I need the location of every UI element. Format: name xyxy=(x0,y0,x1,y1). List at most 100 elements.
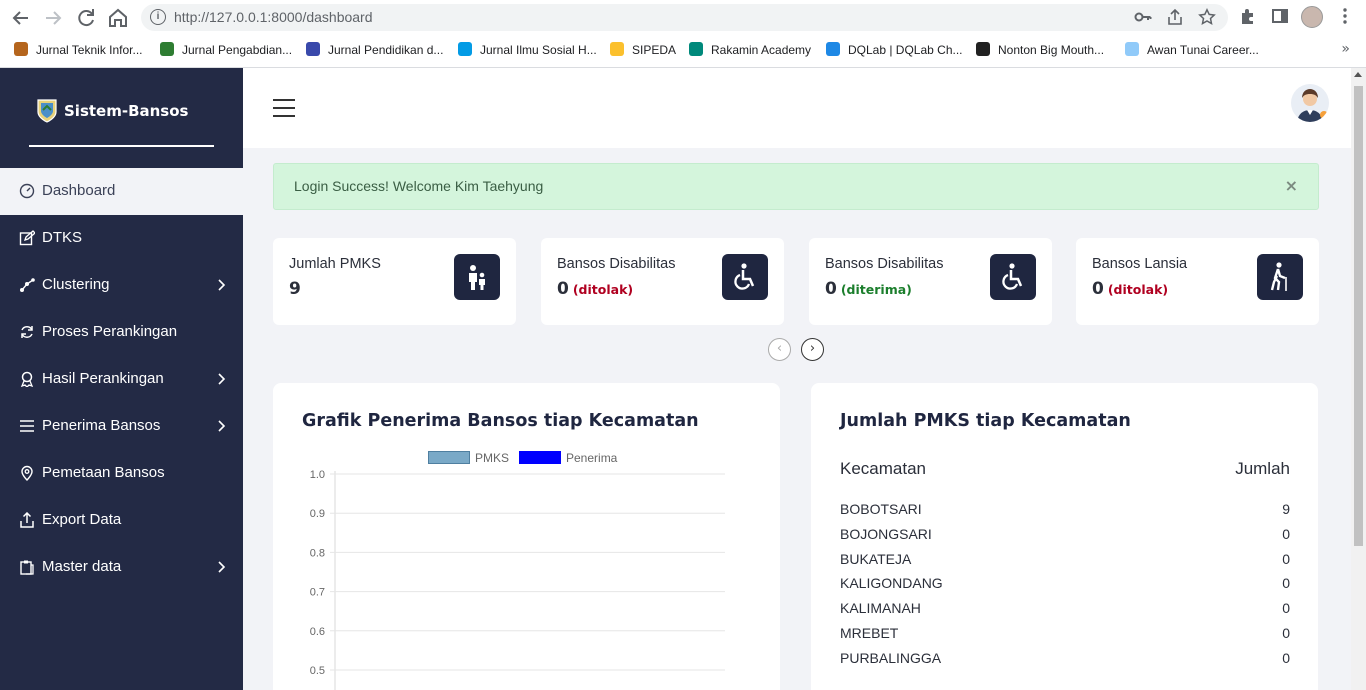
table-row: BOBOTSARI 9 xyxy=(840,501,1290,525)
cell-kecamatan: PURBALINGGA xyxy=(840,649,942,666)
key-icon[interactable] xyxy=(1133,8,1153,28)
sidebar-item-export-data[interactable]: Export Data xyxy=(0,497,243,544)
brand-divider xyxy=(29,145,214,147)
clipboard-icon xyxy=(19,559,35,575)
profile-avatar[interactable] xyxy=(1301,6,1323,28)
cell-jumlah: 0 xyxy=(1282,525,1290,542)
table-row: BUKATEJA 0 xyxy=(840,551,1290,575)
sidebar-item-pemetaan-bansos[interactable]: Pemetaan Bansos xyxy=(0,450,243,497)
pmks-table-panel: Jumlah PMKS tiap Kecamatan Kecamatan Jum… xyxy=(811,383,1318,690)
scrollbar-thumb[interactable] xyxy=(1354,86,1363,546)
site-info-icon[interactable]: i xyxy=(150,9,166,25)
cell-kecamatan: KALIGONDANG xyxy=(840,575,943,592)
sidebar: Sistem-Bansos Dashboard DTKS Clustering Pro… xyxy=(0,68,243,690)
brand[interactable]: Sistem-Bansos xyxy=(36,98,188,128)
bookmark-favicon-3 xyxy=(458,42,472,56)
map-pin-icon xyxy=(19,465,35,481)
bookmark-item[interactable]: Jurnal Pendidikan d... xyxy=(306,42,443,60)
bookmark-item[interactable]: SIPEDA xyxy=(610,42,676,60)
bookmark-favicon-7 xyxy=(976,42,990,56)
cell-kecamatan: KALIMANAH xyxy=(840,600,921,617)
page-scrollbar[interactable] xyxy=(1351,68,1366,690)
cell-kecamatan: BOJONGSARI xyxy=(840,525,932,542)
home-icon[interactable] xyxy=(106,6,130,30)
bookmark-favicon-4 xyxy=(610,42,624,56)
bookmark-item[interactable]: Awan Tunai Career... xyxy=(1125,42,1259,60)
sidebar-item-label: DTKS xyxy=(42,229,83,246)
card-label: Bansos Lansia xyxy=(1092,256,1188,272)
extensions-icon[interactable] xyxy=(1236,6,1260,30)
card-label: Jumlah PMKS xyxy=(289,256,381,272)
brand-logo-icon xyxy=(36,98,58,124)
side-panel-icon[interactable] xyxy=(1268,6,1292,30)
card-value-number: 9 xyxy=(289,279,301,299)
table-row: PURBALINGGA 0 xyxy=(840,650,1290,674)
stat-card-pmks: Jumlah PMKS 9 xyxy=(273,238,516,325)
bookmark-favicon-5 xyxy=(689,42,703,56)
carousel-next-button[interactable]: › xyxy=(801,338,824,361)
y-tick-label: 1.0 xyxy=(310,469,325,481)
sidebar-item-label: Hasil Perankingan xyxy=(42,370,164,387)
topbar xyxy=(243,68,1351,148)
parent-child-icon xyxy=(454,254,500,300)
sidebar-item-proses-perankingan[interactable]: Proses Perankingan xyxy=(0,309,243,356)
bookmarks-bar: Jurnal Teknik Infor... Jurnal Pengabdian… xyxy=(0,35,1366,68)
user-avatar[interactable] xyxy=(1291,84,1329,122)
bookmark-item[interactable]: Jurnal Ilmu Sosial H... xyxy=(458,42,597,60)
sidebar-item-label: Dashboard xyxy=(42,182,116,199)
hamburger-menu-icon[interactable] xyxy=(273,99,295,117)
sidebar-item-master-data[interactable]: Master data xyxy=(0,544,243,591)
bookmark-star-icon[interactable] xyxy=(1197,8,1217,28)
bookmark-favicon-1 xyxy=(160,42,174,56)
login-success-alert: Login Success! Welcome Kim Taehyung × xyxy=(273,163,1319,210)
chart-panel: Grafik Penerima Bansos tiap Kecamatan PM… xyxy=(273,383,780,690)
y-tick-label: 0.6 xyxy=(310,626,325,638)
bookmark-item[interactable]: DQLab | DQLab Ch... xyxy=(826,42,963,60)
scroll-up-arrow-icon[interactable] xyxy=(1354,72,1362,77)
bookmarks-more-icon[interactable]: » xyxy=(1341,41,1350,57)
card-value: 0 (ditolak) xyxy=(557,279,633,299)
url-text[interactable]: http://127.0.0.1:8000/dashboard xyxy=(174,9,373,25)
sidebar-item-dtks[interactable]: DTKS xyxy=(0,215,243,262)
cell-jumlah: 0 xyxy=(1282,575,1290,592)
menu-dots-icon[interactable] xyxy=(1333,6,1357,30)
sidebar-item-label: Proses Perankingan xyxy=(42,323,178,340)
bookmark-item[interactable]: Jurnal Pengabdian... xyxy=(160,42,292,60)
carousel-prev-button[interactable]: ‹ xyxy=(768,338,791,361)
card-value: 0 (ditolak) xyxy=(1092,279,1168,299)
bookmark-favicon-0 xyxy=(14,42,28,56)
bookmark-item[interactable]: Nonton Big Mouth... xyxy=(976,42,1104,60)
card-value: 9 xyxy=(289,279,305,299)
browser-toolbar: i http://127.0.0.1:8000/dashboard xyxy=(0,0,1366,35)
forward-icon[interactable] xyxy=(41,6,65,30)
dashboard-icon xyxy=(19,183,35,199)
bookmark-favicon-2 xyxy=(306,42,320,56)
alert-close-button[interactable]: × xyxy=(1285,176,1298,195)
wheelchair-icon xyxy=(990,254,1036,300)
share-icon[interactable] xyxy=(1165,8,1185,28)
sidebar-item-label: Master data xyxy=(42,558,122,575)
wheelchair-icon xyxy=(722,254,768,300)
bookmark-item[interactable]: Jurnal Teknik Infor... xyxy=(14,42,143,60)
card-value: 0 (diterima) xyxy=(825,279,912,299)
back-icon[interactable] xyxy=(9,6,33,30)
address-bar[interactable]: i http://127.0.0.1:8000/dashboard xyxy=(141,4,1228,31)
sidebar-item-dashboard[interactable]: Dashboard xyxy=(0,168,243,215)
elderly-icon xyxy=(1257,254,1303,300)
stat-card-disabilitas-diterima: Bansos Disabilitas 0 (diterima) xyxy=(809,238,1052,325)
column-header-kecamatan: Kecamatan xyxy=(840,459,926,478)
bar-chart: 1.0 0.9 0.8 0.7 0.6 0.5 xyxy=(310,469,725,690)
sidebar-item-hasil-perankingan[interactable]: Hasil Perankingan xyxy=(0,356,243,403)
column-header-jumlah: Jumlah xyxy=(1235,459,1290,478)
card-label: Bansos Disabilitas xyxy=(557,256,676,272)
sidebar-item-penerima-bansos[interactable]: Penerima Bansos xyxy=(0,403,243,450)
reload-icon[interactable] xyxy=(74,6,98,30)
sidebar-item-clustering[interactable]: Clustering xyxy=(0,262,243,309)
nodes-icon xyxy=(19,277,35,293)
card-value-number: 0 xyxy=(1092,279,1104,299)
sidebar-item-label: Penerima Bansos xyxy=(42,417,161,434)
table-row: MREBET 0 xyxy=(840,625,1290,649)
bookmark-item[interactable]: Rakamin Academy xyxy=(689,42,811,60)
sidebar-item-label: Pemetaan Bansos xyxy=(42,464,165,481)
table-title: Jumlah PMKS tiap Kecamatan xyxy=(840,411,1131,431)
